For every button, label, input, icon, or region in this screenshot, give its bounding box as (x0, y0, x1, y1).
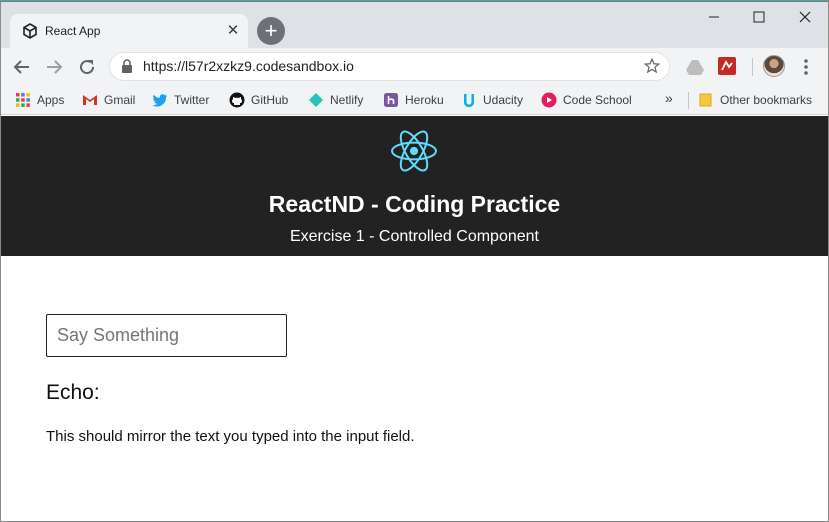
profile-avatar[interactable] (763, 55, 785, 77)
codesandbox-favicon-icon (23, 23, 37, 39)
apps-grid-icon (16, 93, 30, 107)
bookmark-label: Gmail (104, 93, 136, 107)
back-arrow-icon[interactable] (10, 55, 34, 79)
bookmark-label: Udacity (483, 93, 524, 107)
code-school-icon (541, 92, 557, 108)
gmail-icon (83, 95, 97, 105)
new-tab-button[interactable]: + (257, 17, 285, 45)
udacity-icon (464, 94, 474, 107)
toolbar-divider (752, 58, 753, 76)
heroku-icon (384, 93, 398, 107)
url-text[interactable]: https://l57r2xzkz9.codesandbox.io (143, 58, 354, 75)
bookmark-label: Code School (563, 93, 632, 107)
page-title: ReactND - Coding Practice (268, 191, 561, 217)
address-bar[interactable]: https://l57r2xzkz9.codesandbox.io (109, 52, 670, 81)
tab-close-icon[interactable]: ✕ (224, 22, 242, 40)
bookmark-twitter[interactable]: Twitter (152, 91, 209, 109)
page-subtitle: Exercise 1 - Controlled Component (289, 228, 539, 245)
bookmark-label: Twitter (174, 93, 210, 107)
folder-icon (699, 93, 712, 107)
drive-extension-icon[interactable] (685, 57, 705, 77)
bookmark-label: Heroku (405, 93, 444, 107)
red-extension-icon[interactable] (717, 56, 737, 76)
bookmark-heroku[interactable]: Heroku (383, 91, 444, 109)
bookmark-star-icon[interactable] (643, 57, 661, 75)
forward-arrow-icon[interactable] (42, 55, 66, 79)
netlify-icon (309, 93, 323, 107)
react-logo-icon (391, 130, 437, 172)
bookmark-label: Netlify (330, 93, 364, 107)
bookmark-github[interactable]: GitHub (229, 91, 288, 109)
bookmarks-overflow-button[interactable]: » (665, 90, 673, 106)
browser-toolbar: https://l57r2xzkz9.codesandbox.io (0, 48, 829, 86)
more-menu-icon[interactable] (798, 57, 814, 77)
minimize-window-icon[interactable] (691, 2, 737, 32)
bookmark-other-folder[interactable]: Other bookmarks (698, 91, 812, 109)
echo-output-text: This should mirror the text you typed in… (46, 428, 415, 445)
lock-icon[interactable] (121, 59, 133, 73)
bookmark-gmail[interactable]: Gmail (82, 91, 135, 109)
bookmark-code-school[interactable]: Code School (541, 91, 632, 109)
maximize-window-icon[interactable] (736, 2, 782, 32)
bookmark-udacity[interactable]: Udacity (461, 91, 523, 109)
reload-icon[interactable] (75, 55, 99, 79)
bookmark-apps[interactable]: Apps (15, 91, 64, 109)
bookmark-label: GitHub (251, 93, 289, 107)
app-header: ReactND - Coding Practice Exercise 1 - C… (0, 116, 829, 256)
bookmark-netlify[interactable]: Netlify (308, 91, 363, 109)
browser-tab[interactable]: React App ✕ (10, 14, 248, 48)
bookmark-label: Other bookmarks (720, 93, 813, 107)
bookmarks-bar: Apps Gmail Twitter GitHub Netlify Heroku… (0, 86, 829, 115)
tab-title: React App (45, 24, 101, 38)
github-icon (229, 92, 245, 108)
close-window-icon[interactable] (782, 2, 828, 32)
bookmark-label: Apps (37, 93, 65, 107)
echo-heading: Echo: (46, 381, 100, 404)
twitter-icon (152, 94, 167, 107)
say-something-input[interactable] (46, 314, 287, 357)
title-bar: React App ✕ + (0, 0, 829, 48)
bookmarks-divider (688, 92, 689, 109)
